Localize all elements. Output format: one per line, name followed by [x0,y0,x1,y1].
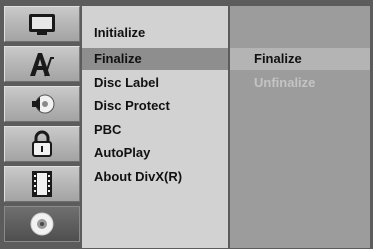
category-tv[interactable] [4,6,80,42]
category-language[interactable] [4,46,80,82]
menu-item-disc-label[interactable]: Disc Label [82,72,228,94]
category-lock[interactable] [4,126,80,162]
lock-icon [32,130,52,157]
submenu-panel: Finalize Unfinalize [230,6,370,248]
submenu-option-unfinalize[interactable]: Unfinalize [230,72,370,94]
menu-item-pbc[interactable]: PBC [82,119,228,141]
disc-icon [30,212,54,236]
category-film[interactable] [4,166,80,202]
menu-item-initialize[interactable]: Initialize [82,22,228,44]
category-icon-bar [4,6,80,246]
menu-item-about-divx[interactable]: About DivX(R) [82,166,228,188]
menu-item-finalize[interactable]: Finalize [82,48,228,70]
language-icon [30,53,54,77]
film-icon [32,171,52,197]
menu-item-autoplay[interactable]: AutoPlay [82,142,228,164]
setup-screen: Initialize Finalize Disc Label Disc Prot… [0,0,373,249]
setup-menu: Initialize Finalize Disc Label Disc Prot… [82,6,228,248]
tv-icon [29,14,55,35]
category-disc[interactable] [4,206,80,242]
submenu-option-finalize[interactable]: Finalize [230,48,370,70]
menu-item-disc-protect[interactable]: Disc Protect [82,95,228,117]
category-audio[interactable] [4,86,80,122]
audio-icon [32,94,55,114]
